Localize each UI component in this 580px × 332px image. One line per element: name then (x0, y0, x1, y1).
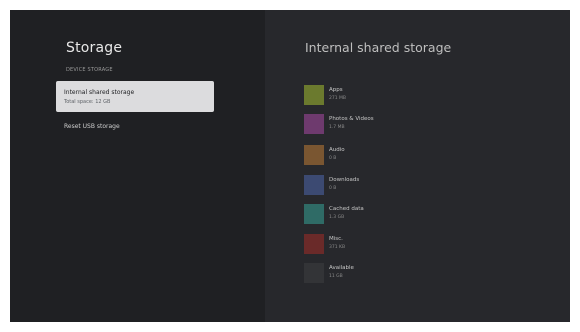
category-swatch (304, 145, 324, 165)
category-name: Cached data (329, 206, 364, 212)
category-swatch (304, 263, 324, 283)
category-name: Apps (329, 87, 343, 93)
left-panel: Storage DEVICE STORAGE Internal shared s… (10, 10, 265, 322)
storage-category-available[interactable]: Available 11 GB (304, 263, 524, 283)
category-name: Photos & Videos (329, 116, 374, 122)
category-name: Available (329, 265, 354, 271)
menu-item-reset-usb-storage[interactable]: Reset USB storage (56, 121, 214, 135)
right-panel: Internal shared storage Apps 271 MB Phot… (265, 10, 570, 322)
menu-item-label: Reset USB storage (64, 123, 120, 130)
category-swatch (304, 114, 324, 134)
menu-item-sublabel: Total space: 12 GB (64, 99, 111, 105)
category-size: 1.3 GB (329, 215, 345, 220)
category-swatch (304, 175, 324, 195)
page-title: Storage (66, 40, 123, 56)
category-swatch (304, 85, 324, 105)
category-name: Downloads (329, 177, 360, 183)
storage-category-misc[interactable]: Misc. 371 KB (304, 234, 524, 254)
storage-category-cached-data[interactable]: Cached data 1.3 GB (304, 204, 524, 224)
category-size: 11 GB (329, 274, 343, 279)
category-swatch (304, 234, 324, 254)
category-size: 0 B (329, 186, 337, 191)
menu-item-label: Internal shared storage (64, 89, 135, 96)
category-size: 1.7 MB (329, 125, 345, 130)
detail-title: Internal shared storage (305, 40, 452, 55)
category-size: 371 KB (329, 245, 346, 250)
category-size: 271 MB (329, 96, 346, 101)
storage-category-photos-videos[interactable]: Photos & Videos 1.7 MB (304, 114, 524, 134)
category-name: Audio (329, 147, 345, 153)
screenshot-frame: Storage DEVICE STORAGE Internal shared s… (0, 0, 580, 332)
section-label: DEVICE STORAGE (66, 67, 113, 73)
menu-item-internal-shared-storage[interactable]: Internal shared storage Total space: 12 … (56, 81, 214, 112)
storage-category-apps[interactable]: Apps 271 MB (304, 85, 524, 105)
storage-category-downloads[interactable]: Downloads 0 B (304, 175, 524, 195)
category-size: 0 B (329, 156, 337, 161)
tv-settings-screen: Storage DEVICE STORAGE Internal shared s… (10, 10, 570, 322)
category-name: Misc. (329, 236, 343, 242)
storage-category-audio[interactable]: Audio 0 B (304, 145, 524, 165)
category-swatch (304, 204, 324, 224)
